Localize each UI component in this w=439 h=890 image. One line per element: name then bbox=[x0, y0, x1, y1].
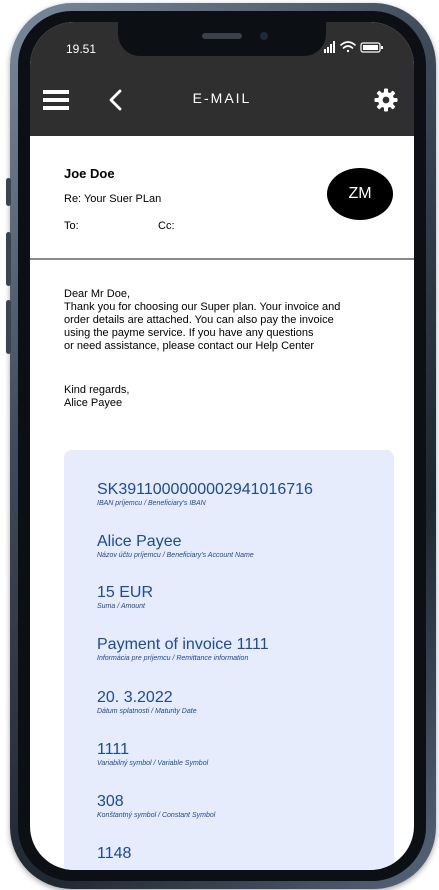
email-body-line: order details are attached. You can also… bbox=[64, 314, 334, 326]
stage: 19.51 E-MAIL Joe Doe Re: Your Suer PLan … bbox=[0, 0, 439, 890]
notch bbox=[118, 22, 326, 56]
signal-icon bbox=[324, 41, 335, 53]
status-time: 19.51 bbox=[66, 42, 97, 56]
payment-value: Alice Payee bbox=[97, 533, 182, 550]
cc-field[interactable]: Cc: bbox=[158, 220, 175, 232]
settings-button[interactable] bbox=[368, 82, 404, 118]
payment-item-amount[interactable]: 15 EUR Suma / Amount bbox=[97, 583, 153, 611]
payment-item-variable-symbol[interactable]: 1111 Variabilný symbol / Variable Symbol bbox=[97, 740, 208, 768]
payment-value: 15 EUR bbox=[97, 584, 154, 601]
avatar-initials: ZM bbox=[348, 185, 372, 202]
payment-label: Konštantný symbol / Constant Symbol bbox=[97, 812, 216, 819]
email-signoff: Kind regards, Alice Payee bbox=[64, 384, 129, 410]
payment-label: Suma / Amount bbox=[97, 603, 145, 610]
side-button-mute bbox=[6, 178, 11, 206]
gear-icon bbox=[374, 88, 398, 112]
side-button-volume-up bbox=[6, 232, 11, 286]
phone-screen: 19.51 E-MAIL Joe Doe Re: Your Suer PLan … bbox=[30, 22, 414, 870]
wifi-icon bbox=[340, 41, 356, 53]
status-bar: 19.51 bbox=[30, 22, 414, 68]
payment-item-constant-symbol[interactable]: 308 Konštantný symbol / Constant Symbol bbox=[97, 792, 215, 820]
payment-item-maturity-date[interactable]: 20. 3.2022 Dátum splatnosti / Maturity D… bbox=[97, 688, 197, 716]
payment-item-specific-symbol[interactable]: 1148 bbox=[97, 844, 131, 863]
payment-card: SK3911000000002941016716 IBAN príjemcu /… bbox=[64, 450, 394, 870]
email-subject: Re: Your Suer PLan bbox=[64, 193, 162, 205]
email-body: Dear Mr Doe, Thank you for choosing our … bbox=[64, 288, 400, 353]
payment-value: SK3911000000002941016716 bbox=[97, 481, 313, 498]
page-title: E-MAIL bbox=[192, 90, 252, 106]
email-signature: Alice Payee bbox=[64, 397, 123, 409]
payment-value: 20. 3.2022 bbox=[97, 689, 173, 706]
payment-value: Payment of invoice 1111 bbox=[97, 636, 269, 653]
status-icons bbox=[324, 40, 384, 54]
email-greeting: Dear Mr Doe, bbox=[64, 288, 131, 300]
payment-label: Informácia pre príjemcu / Remittance inf… bbox=[97, 655, 249, 662]
battery-icon bbox=[360, 42, 383, 53]
email-closing: Kind regards, bbox=[64, 384, 130, 396]
avatar[interactable]: ZM bbox=[327, 168, 393, 220]
side-button-volume-down bbox=[6, 300, 11, 354]
payment-item-account-name[interactable]: Alice Payee Názov účtu príjemcu / Benefi… bbox=[97, 532, 254, 560]
email-body-line: Thank you for choosing our Super plan. Y… bbox=[64, 301, 341, 313]
payment-label: IBAN príjemcu / Beneficiary's IBAN bbox=[97, 500, 206, 507]
payment-label: Dátum splatnosti / Maturity Date bbox=[97, 708, 197, 715]
payment-item-remittance[interactable]: Payment of invoice 1111 Informácia pre p… bbox=[97, 635, 269, 663]
payment-label: Variabilný symbol / Variable Symbol bbox=[97, 760, 209, 767]
payment-item-iban[interactable]: SK3911000000002941016716 IBAN príjemcu /… bbox=[97, 480, 313, 508]
to-field[interactable]: To: bbox=[64, 220, 79, 232]
app-header: E-MAIL bbox=[30, 68, 414, 136]
speaker bbox=[202, 33, 242, 39]
payment-value: 308 bbox=[97, 793, 124, 810]
payment-value: 1148 bbox=[97, 845, 132, 862]
payment-label: Názov účtu príjemcu / Beneficiary's Acco… bbox=[97, 552, 254, 559]
payment-value: 1111 bbox=[97, 741, 130, 758]
email-header: Joe Doe Re: Your Suer PLan To: Cc: ZM bbox=[30, 136, 414, 260]
email-body-line: or need assistance, please contact our H… bbox=[64, 340, 315, 352]
email-body-line: using the payme service. If you have any… bbox=[64, 327, 314, 339]
camera bbox=[260, 32, 268, 40]
sender-name: Joe Doe bbox=[64, 166, 115, 181]
